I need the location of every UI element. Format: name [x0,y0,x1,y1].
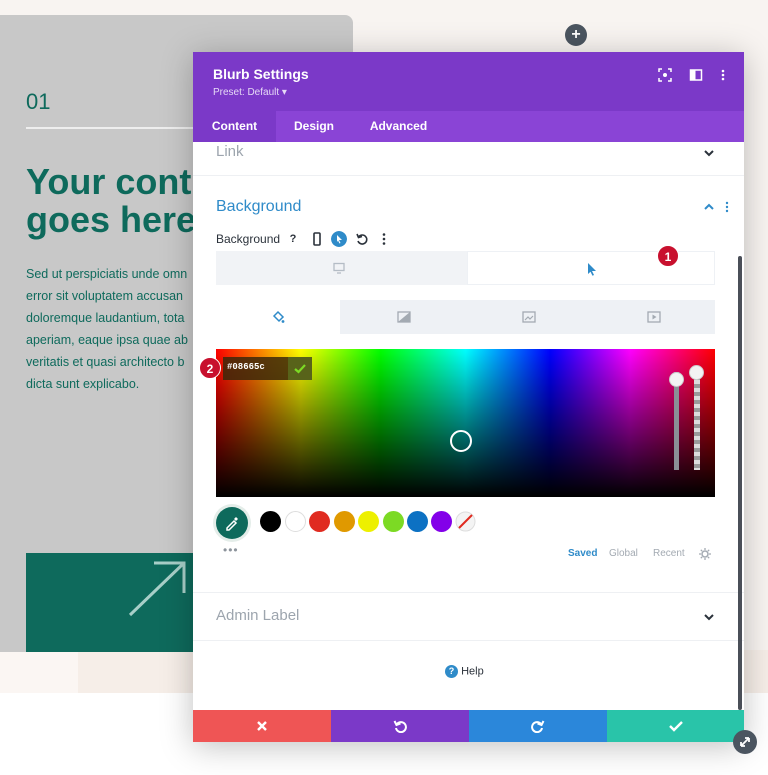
help-icon: ? [445,665,458,678]
color-swatch[interactable] [309,511,330,532]
modal-title: Blurb Settings [213,66,309,82]
cancel-button[interactable] [193,710,331,742]
tab-design[interactable]: Design [276,111,352,142]
hex-confirm-button[interactable] [288,357,312,380]
image-icon [522,311,536,323]
background-label: Background [216,232,281,246]
blurb-number: 01 [26,89,51,114]
tab-image[interactable] [467,300,590,334]
tab-advanced[interactable]: Advanced [352,111,445,142]
undo-icon [393,720,407,734]
color-swatch[interactable] [407,511,428,532]
chevron-down-icon[interactable] [703,147,715,159]
color-swatch[interactable] [383,511,404,532]
plus-icon: + [571,26,581,43]
help-label: Help [461,665,484,678]
scrollbar[interactable] [738,256,742,710]
check-icon [294,364,306,374]
hover-cursor-icon [588,263,596,276]
reset-icon[interactable] [354,231,370,247]
split-view-icon[interactable] [689,68,703,82]
resize-handle[interactable] [733,730,757,754]
device-tabs [216,251,715,285]
opacity-slider-handle[interactable] [689,365,704,380]
chevron-down-icon[interactable] [703,611,715,623]
color-swatch[interactable] [358,511,379,532]
step-badge: 2 [199,357,221,379]
alpha-slider-handle[interactable] [669,372,684,387]
color-swatch[interactable] [260,511,281,532]
tab-global[interactable]: Global [609,548,638,559]
tab-desktop[interactable] [216,251,465,285]
check-icon [668,721,683,732]
divider [193,175,744,176]
save-button[interactable] [607,710,744,742]
chevron-up-icon[interactable] [703,201,715,213]
arrow-up-right-icon [128,561,186,617]
video-icon [647,311,661,323]
more-icon[interactable] [376,231,392,247]
step-badge: 1 [657,245,679,267]
more-icon[interactable] [721,201,733,213]
section-background-title[interactable]: Background [216,198,301,216]
add-section-button[interactable]: + [565,24,587,46]
preset-dropdown[interactable]: Preset: Default ▾ [213,87,287,98]
modal-header: Blurb Settings Preset: Default ▾ [193,52,744,111]
help-link[interactable]: ? Help [445,665,484,678]
tab-recent[interactable]: Recent [653,548,685,559]
undo-button[interactable] [331,710,469,742]
eyedropper-icon [226,517,238,531]
color-picker-handle[interactable] [450,430,472,452]
redo-button[interactable] [469,710,607,742]
section-link-title[interactable]: Link [216,143,244,160]
color-swatch[interactable] [431,511,452,532]
section-admin-label-title[interactable]: Admin Label [216,607,299,624]
close-icon [257,721,267,731]
transparent-swatch[interactable] [455,511,476,532]
modal-tabs: Content Design Advanced [193,111,744,142]
help-icon[interactable]: ? [285,231,301,247]
page-background-strip [0,650,78,693]
divider [193,640,744,641]
tab-color[interactable] [216,300,340,334]
color-swatch[interactable] [285,511,306,532]
tab-saved[interactable]: Saved [568,548,597,559]
modal-footer [193,710,744,742]
opacity-slider-track[interactable] [694,372,700,470]
tab-gradient[interactable] [342,300,465,334]
redo-icon [531,720,545,734]
focus-icon[interactable] [658,68,672,82]
tab-video[interactable] [592,300,715,334]
resize-icon [740,737,750,747]
blurb-settings-modal: Blurb Settings Preset: Default ▾ Content… [193,52,744,742]
hover-cursor-icon[interactable] [331,231,347,247]
gradient-icon [397,311,411,323]
phone-icon[interactable] [309,231,325,247]
color-swatch[interactable] [334,511,355,532]
tab-content[interactable]: Content [193,111,276,142]
more-swatches-icon[interactable]: ••• [223,543,239,557]
paint-bucket-icon [272,310,285,323]
eyedropper-button[interactable] [216,507,248,539]
hex-input[interactable]: #08665c [223,357,312,380]
desktop-icon [333,262,345,274]
divider [193,592,744,593]
background-type-tabs [216,300,715,334]
gear-icon[interactable] [699,548,711,560]
more-icon[interactable] [716,68,730,82]
hex-value: #08665c [227,362,265,372]
